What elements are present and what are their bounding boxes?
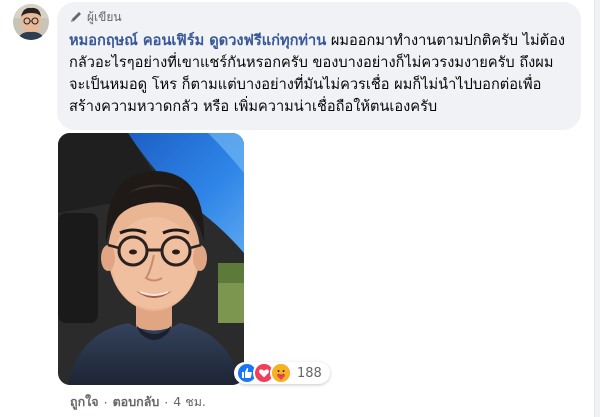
author-label: ผู้เขียน	[87, 9, 122, 24]
selfie-image	[58, 133, 244, 385]
avatar-image	[13, 4, 49, 40]
comment-actions: ถูกใจ · ตอบกลับ · 4 ชม.	[70, 392, 206, 412]
author-badge: ผู้เขียน	[69, 8, 571, 26]
care-icon	[270, 362, 292, 384]
separator: ·	[164, 394, 169, 410]
comment-bubble: ผู้เขียน หมอกฤษณ์ คอนเฟิร์ม ดูดวงฟรีแก่ท…	[57, 2, 581, 130]
separator: ·	[103, 394, 108, 410]
avatar[interactable]	[13, 4, 49, 40]
reaction-count: 188	[297, 365, 322, 381]
reply-link[interactable]: ตอบกลับ	[113, 392, 160, 412]
pen-icon	[71, 12, 81, 22]
scroll-edge	[594, 0, 600, 417]
like-link[interactable]: ถูกใจ	[70, 392, 99, 412]
comment-photo[interactable]	[58, 133, 244, 385]
comment-text: หมอกฤษณ์ คอนเฟิร์ม ดูดวงฟรีแก่ทุกท่าน ผม…	[69, 30, 569, 118]
comment-thread: ผู้เขียน หมอกฤษณ์ คอนเฟิร์ม ดูดวงฟรีแก่ท…	[0, 0, 600, 417]
timestamp[interactable]: 4 ชม.	[173, 392, 206, 412]
commenter-name[interactable]: หมอกฤษณ์ คอนเฟิร์ม ดูดวงฟรีแก่ทุกท่าน	[69, 32, 326, 49]
reaction-summary[interactable]: 188	[234, 362, 330, 384]
